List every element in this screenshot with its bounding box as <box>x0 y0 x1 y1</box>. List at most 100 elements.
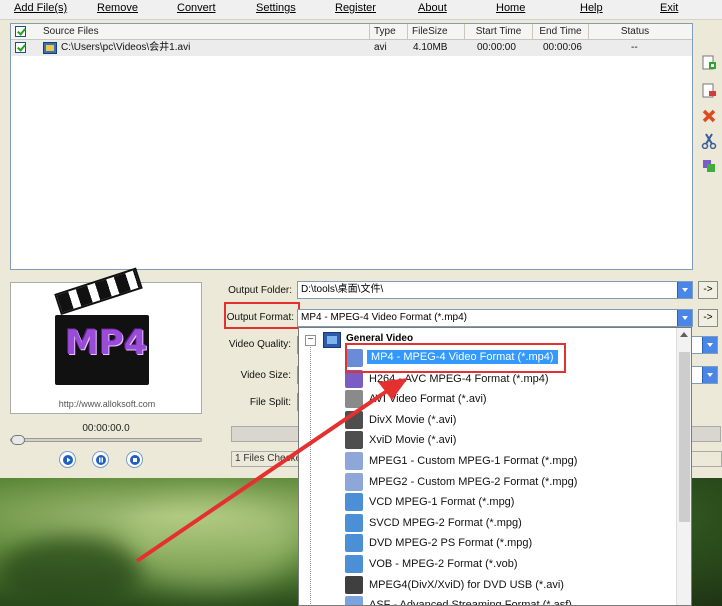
table-row[interactable]: C:\Users\pc\Videos\会井1.avi avi 4.10MB 00… <box>11 40 692 56</box>
delete-icon[interactable] <box>700 108 718 126</box>
clapperboard-icon: MP4 <box>53 267 153 389</box>
scroll-thumb[interactable] <box>679 352 690 522</box>
output-format-value: MP4 - MPEG-4 Video Format (*.mp4) <box>301 312 467 323</box>
chevron-down-icon[interactable] <box>677 282 692 298</box>
format-option[interactable]: AVI Video Format (*.avi) <box>345 389 675 409</box>
format-option[interactable]: SVCD MPEG-2 Format (*.mpg) <box>345 513 675 533</box>
format-option-label: H264 - AVC MPEG-4 Format (*.mp4) <box>369 372 549 385</box>
header-source-files[interactable]: Source Files <box>39 24 370 40</box>
menu-bar: Add File(s) Remove Convert Settings Regi… <box>0 0 722 20</box>
merge-icon[interactable] <box>700 158 718 176</box>
menu-register[interactable]: Register <box>335 2 376 14</box>
seek-slider[interactable] <box>10 435 202 445</box>
format-option-label: SVCD MPEG-2 Format (*.mpg) <box>369 516 522 529</box>
format-option[interactable]: XviD Movie (*.avi) <box>345 430 675 450</box>
chevron-down-icon[interactable] <box>702 367 717 383</box>
format-option-label: VCD MPEG-1 Format (*.mpg) <box>369 496 515 509</box>
dropdown-scrollbar[interactable] <box>676 328 691 605</box>
file-split-label: File Split: <box>249 397 291 408</box>
format-icon <box>345 472 363 491</box>
output-folder-label: Output Folder: <box>228 285 292 296</box>
select-all-checkbox[interactable] <box>15 26 26 37</box>
format-option[interactable]: VOB - MPEG-2 Format (*.vob) <box>345 554 675 574</box>
scroll-up-icon[interactable] <box>680 332 688 337</box>
format-option-label: DivX Movie (*.avi) <box>369 413 457 426</box>
row-status: -- <box>631 42 638 53</box>
video-quality-label: Video Quality: <box>228 339 291 350</box>
format-option[interactable]: DivX Movie (*.avi) <box>345 410 675 430</box>
menu-home[interactable]: Home <box>496 2 525 14</box>
format-option-label: MPEG4(DivX/XviD) for DVD USB (*.avi) <box>369 578 564 591</box>
header-end-time[interactable]: End Time <box>533 24 589 40</box>
format-icon <box>345 555 363 573</box>
output-format-combo[interactable]: MP4 - MPEG-4 Video Format (*.mp4) <box>297 309 693 327</box>
table-header: Source Files Type FileSize Start Time En… <box>11 24 692 40</box>
status-text: 1 Files Checked <box>235 453 307 464</box>
format-option-label: MPEG1 - Custom MPEG-1 Format (*.mpg) <box>369 455 578 467</box>
video-size-combo-end[interactable] <box>690 366 718 384</box>
stop-icon <box>130 455 140 465</box>
format-icon <box>345 431 363 450</box>
format-icon <box>345 452 363 470</box>
preview-timecode: 00:00:00.0 <box>82 423 130 434</box>
format-option-label: DVD MPEG-2 PS Format (*.mpg) <box>369 537 533 550</box>
format-option[interactable]: ASF - Advanced Streaming Format (*.asf) <box>345 595 675 606</box>
row-checkbox[interactable] <box>15 42 26 53</box>
row-filesize: 4.10MB <box>413 42 448 53</box>
output-folder-value: D:\tools\桌面\文件\ <box>301 284 384 295</box>
annotation-box-option <box>345 343 566 373</box>
header-status[interactable]: Status <box>589 24 681 40</box>
format-settings-button[interactable]: -> <box>698 309 718 327</box>
remove-file-icon[interactable] <box>700 83 718 101</box>
format-icon <box>345 596 363 605</box>
format-icon <box>345 410 363 429</box>
video-group-icon <box>323 332 341 348</box>
browse-folder-button[interactable]: -> <box>698 281 718 299</box>
play-icon <box>63 455 73 465</box>
header-type[interactable]: Type <box>370 24 408 40</box>
add-file-icon[interactable] <box>700 55 718 73</box>
menu-remove[interactable]: Remove <box>97 2 138 14</box>
format-option[interactable]: VCD MPEG-1 Format (*.mpg) <box>345 492 675 512</box>
header-filesize[interactable]: FileSize <box>408 24 465 40</box>
menu-convert[interactable]: Convert <box>177 2 216 14</box>
file-list-table[interactable]: Source Files Type FileSize Start Time En… <box>10 23 693 270</box>
menu-exit[interactable]: Exit <box>660 2 678 14</box>
format-option-label: ASF - Advanced Streaming Format (*.asf) <box>369 599 572 606</box>
cut-icon[interactable] <box>700 133 718 151</box>
menu-add-files[interactable]: Add File(s) <box>14 2 67 14</box>
chevron-down-icon[interactable] <box>702 337 717 353</box>
stop-button[interactable] <box>126 451 143 468</box>
format-icon <box>345 534 363 553</box>
video-file-icon <box>43 42 57 54</box>
chevron-down-icon[interactable] <box>677 310 692 326</box>
menu-help[interactable]: Help <box>580 2 603 14</box>
video-quality-combo-end[interactable] <box>690 336 718 354</box>
play-button[interactable] <box>59 451 76 468</box>
format-option[interactable]: DVD MPEG-2 PS Format (*.mpg) <box>345 533 675 553</box>
seek-knob[interactable] <box>11 435 25 445</box>
format-option-label: AVI Video Format (*.avi) <box>369 393 487 406</box>
format-option-label: MPEG2 - Custom MPEG-2 Format (*.mpg) <box>369 475 578 488</box>
annotation-box-label <box>224 302 300 329</box>
preview-panel: MP4 http://www.alloksoft.com <box>10 267 202 414</box>
pause-button[interactable] <box>92 451 109 468</box>
row-end-time: 00:00:06 <box>543 42 582 53</box>
video-size-label: Video Size: <box>240 370 291 381</box>
output-folder-combo[interactable]: D:\tools\桌面\文件\ <box>297 281 693 299</box>
header-start-time[interactable]: Start Time <box>465 24 533 40</box>
collapse-toggle-icon[interactable]: − <box>305 335 316 346</box>
format-icon <box>345 493 363 512</box>
pause-icon <box>96 455 106 465</box>
format-option[interactable]: MPEG4(DivX/XviD) for DVD USB (*.avi) <box>345 575 675 595</box>
website-url: http://www.alloksoft.com <box>58 399 156 409</box>
format-option-label: XviD Movie (*.avi) <box>369 434 457 447</box>
menu-about[interactable]: About <box>418 2 447 14</box>
format-option[interactable]: MPEG1 - Custom MPEG-1 Format (*.mpg) <box>345 451 675 471</box>
format-option-label: VOB - MPEG-2 Format (*.vob) <box>369 558 518 570</box>
format-option[interactable]: MPEG2 - Custom MPEG-2 Format (*.mpg) <box>345 472 675 492</box>
format-icon <box>345 513 363 532</box>
row-file-path: C:\Users\pc\Videos\会井1.avi <box>61 42 191 53</box>
menu-settings[interactable]: Settings <box>256 2 296 14</box>
row-start-time: 00:00:00 <box>477 42 516 53</box>
